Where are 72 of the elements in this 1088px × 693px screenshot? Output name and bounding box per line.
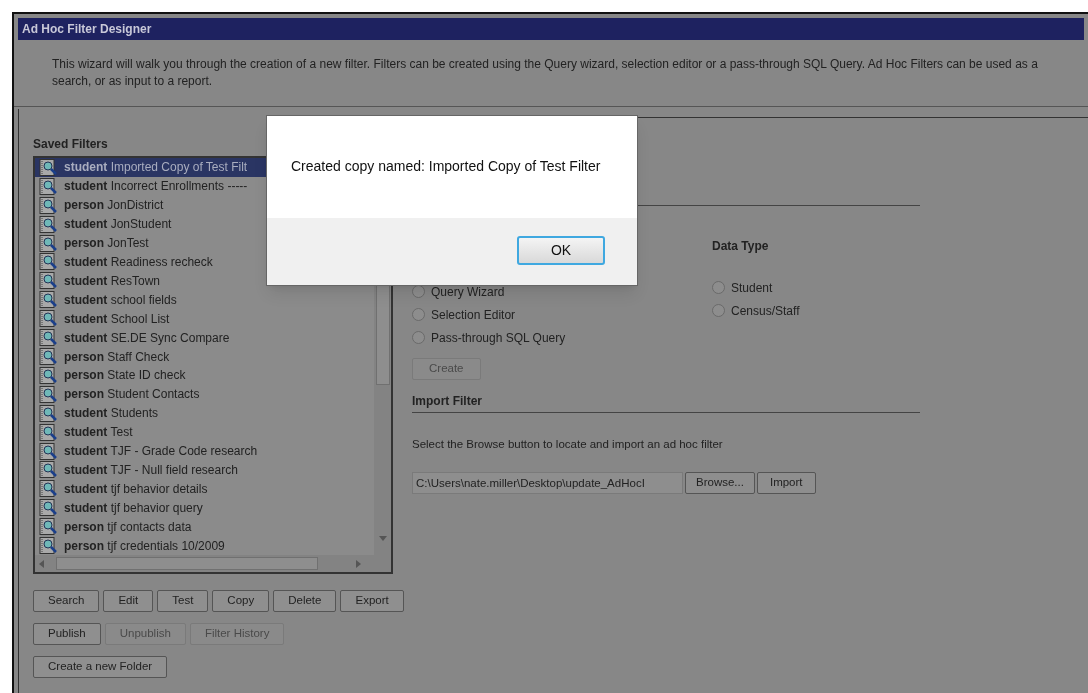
saved-filter-item[interactable]: student JonStudent	[35, 214, 374, 234]
scroll-down-icon[interactable]	[378, 536, 387, 541]
filter-search-icon	[39, 348, 59, 365]
saved-filter-item[interactable]: student tjf behavior details	[35, 479, 374, 499]
saved-filter-item[interactable]: student Students	[35, 403, 374, 423]
data-type-heading: Data Type	[712, 238, 770, 255]
filter-search-icon	[39, 537, 59, 555]
filter-search-icon	[39, 404, 59, 422]
saved-filter-item[interactable]: person Student Contacts	[35, 384, 374, 404]
action-button[interactable]: Create a new Folder	[33, 656, 168, 678]
saved-filter-item[interactable]: person State ID check	[35, 365, 374, 385]
saved-filter-item[interactable]: person JonDistrict	[35, 195, 374, 215]
radio-label: Query Wizard	[431, 283, 505, 301]
filter-search-icon	[39, 499, 59, 517]
radio-label: Student	[731, 279, 773, 297]
filter-search-icon	[39, 366, 59, 384]
radio-label: Census/Staff	[731, 302, 800, 320]
saved-filter-item[interactable]: student Readiness recheck	[35, 252, 374, 272]
saved-filter-item[interactable]: student Incorrect Enrollments -----	[35, 176, 374, 196]
filter-search-icon	[39, 272, 59, 290]
scroll-right-icon[interactable]	[356, 559, 361, 568]
filter-search-icon	[39, 310, 59, 328]
action-button[interactable]: Export	[340, 590, 404, 612]
import-button[interactable]: Import	[756, 471, 816, 494]
filter-search-icon	[39, 518, 59, 536]
action-button[interactable]: Copy	[212, 590, 270, 612]
action-button[interactable]: Delete	[273, 590, 337, 612]
filter-search-icon	[39, 442, 59, 460]
filter-search-icon	[39, 385, 59, 403]
saved-filter-item[interactable]: student TJF - Grade Code research	[35, 441, 374, 461]
filter-search-icon	[39, 234, 59, 252]
radio-button[interactable]	[412, 331, 425, 344]
browse-button[interactable]: Browse...	[685, 471, 755, 494]
radio-label: Selection Editor	[431, 306, 516, 324]
saved-filter-item[interactable]: student TJF - Null field research	[35, 460, 374, 480]
saved-filter-item[interactable]: student School List	[35, 309, 374, 329]
action-button[interactable]: Test	[157, 590, 209, 612]
filter-search-icon	[39, 291, 59, 309]
file-path-field[interactable]: C:\Users\nate.miller\Desktop\update_AdHocI	[412, 471, 683, 494]
saved-filter-item[interactable]: person tjf credentials 10/2009	[35, 536, 374, 555]
action-button[interactable]: Publish	[33, 623, 101, 645]
radio-button[interactable]	[712, 281, 725, 294]
filter-search-icon	[39, 196, 59, 214]
import-instructions: Select the Browse button to locate and import an ad hoc filter	[412, 436, 724, 452]
scroll-left-icon[interactable]	[39, 559, 44, 568]
description-text: This wizard will walk you through the creation of a new filter. Filters can be created using the Query wizard, selection editor or a pass-through SQL Query. Ad Hoc Filters can be used as a search, or as input to a report.	[52, 56, 1039, 90]
radio-button[interactable]	[412, 308, 425, 321]
saved-filter-item[interactable]: student SE.DE Sync Compare	[35, 328, 374, 348]
filter-search-icon	[39, 423, 59, 441]
filter-search-icon	[39, 253, 59, 271]
saved-filter-item[interactable]: student tjf behavior query	[35, 498, 374, 518]
radio-button[interactable]	[712, 304, 725, 317]
saved-filters-heading: Saved Filters	[33, 136, 109, 153]
radio-label: Pass-through SQL Query	[431, 329, 566, 347]
saved-filter-item[interactable]: person JonTest	[35, 233, 374, 253]
scroll-thumb[interactable]	[56, 557, 318, 570]
saved-filter-item[interactable]: student Test	[35, 422, 374, 442]
ok-button[interactable]: OK	[517, 236, 605, 265]
import-filter-heading: Import Filter	[412, 392, 483, 410]
filter-search-icon	[39, 461, 59, 479]
saved-filter-item[interactable]: person tjf contacts data	[35, 517, 374, 537]
filter-search-icon	[39, 177, 59, 195]
saved-filter-item[interactable]: person Staff Check	[35, 347, 374, 366]
action-button[interactable]: Edit	[103, 590, 154, 612]
horizontal-scrollbar[interactable]	[35, 555, 391, 572]
action-button[interactable]: Search	[33, 590, 100, 612]
filter-search-icon	[39, 480, 59, 498]
filter-search-icon	[39, 215, 59, 233]
saved-filter-item[interactable]: student ResTown	[35, 271, 374, 291]
window-title: Ad Hoc Filter Designer	[18, 18, 1084, 40]
filter-search-icon	[39, 329, 59, 347]
saved-filter-item[interactable]: student school fields	[35, 290, 374, 310]
